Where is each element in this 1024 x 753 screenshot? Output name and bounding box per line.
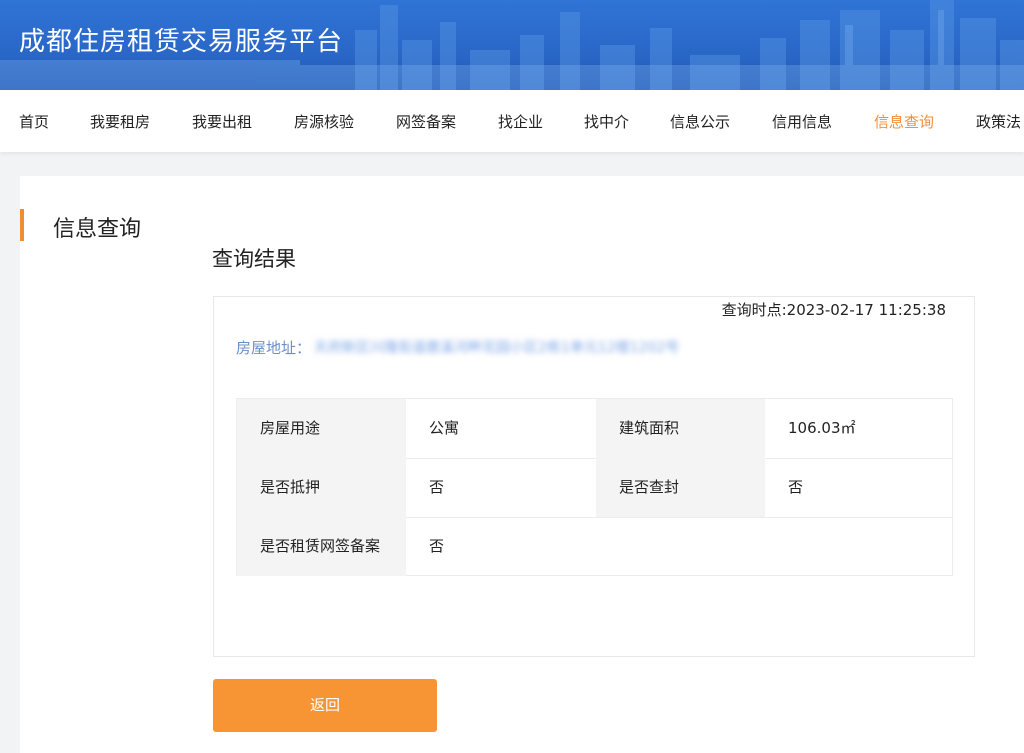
header-banner: 成都住房租赁交易服务平台	[0, 0, 1024, 90]
area-label: 建筑面积	[596, 399, 765, 458]
row-divider	[406, 458, 596, 459]
content-card: 信息查询 查询结果 查询时点:2023-02-17 11:25:38 房屋地址：…	[20, 176, 1024, 753]
nav-item-rent-house[interactable]: 我要租房	[90, 111, 150, 132]
site-title: 成都住房租赁交易服务平台	[19, 27, 344, 57]
filing-value: 否	[429, 537, 445, 555]
row-divider	[765, 458, 952, 459]
area-value: 106.03㎡	[788, 419, 856, 437]
query-time: 查询时点:2023-02-17 11:25:38	[721, 301, 946, 319]
nav-item-info-query[interactable]: 信息查询	[874, 111, 934, 132]
house-info-table: 房屋用途 公寓 建筑面积 106.03㎡ 是否抵押 否 是否查封 否 是否租赁网…	[236, 398, 953, 576]
sidebar-accent-bar	[20, 209, 24, 241]
mortgage-value: 否	[429, 478, 445, 496]
nav-item-home[interactable]: 首页	[19, 111, 49, 132]
nav-item-policy[interactable]: 政策法	[976, 111, 1021, 132]
address-value: 天府新区兴隆街道鹿溪河畔花园小区2栋1单元12楼1202号	[314, 340, 680, 356]
sealed-value: 否	[788, 478, 804, 496]
nav-item-public-info[interactable]: 信息公示	[670, 111, 730, 132]
sealed-label: 是否查封	[596, 458, 765, 517]
use-value: 公寓	[429, 419, 460, 437]
sidebar-title: 信息查询	[53, 217, 142, 242]
result-panel: 查询时点:2023-02-17 11:25:38 房屋地址： 天府新区兴隆街道鹿…	[213, 296, 975, 657]
use-label: 房屋用途	[237, 399, 406, 458]
result-title: 查询结果	[212, 247, 296, 271]
nav-item-find-agent[interactable]: 找中介	[584, 111, 629, 132]
nav-item-let-house[interactable]: 我要出租	[192, 111, 252, 132]
row-divider	[406, 517, 952, 518]
nav-item-credit-info[interactable]: 信用信息	[772, 111, 832, 132]
nav-item-find-company[interactable]: 找企业	[498, 111, 543, 132]
mortgage-label: 是否抵押	[237, 458, 406, 517]
nav-item-online-filing[interactable]: 网签备案	[396, 111, 456, 132]
nav-item-verify-listing[interactable]: 房源核验	[294, 111, 354, 132]
address-label: 房屋地址：	[236, 339, 312, 357]
main-nav: 首页 我要租房 我要出租 房源核验 网签备案 找企业 找中介 信息公示 信用信息…	[0, 90, 1024, 152]
back-button[interactable]: 返回	[213, 679, 437, 732]
filing-label: 是否租赁网签备案	[237, 517, 406, 576]
